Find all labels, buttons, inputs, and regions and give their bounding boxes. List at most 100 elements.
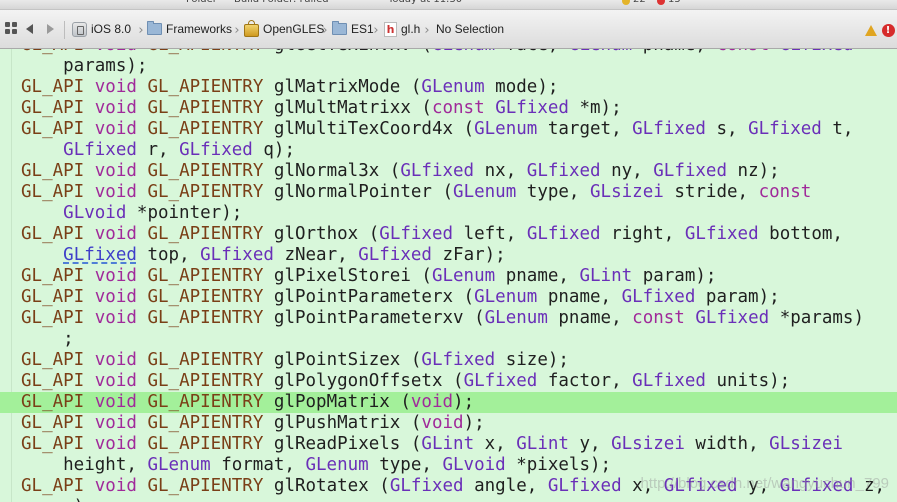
code-token: GLenum [474, 119, 538, 139]
code-token: void [94, 308, 137, 328]
code-token: GL_API [21, 392, 85, 412]
code-area[interactable]: GL_API void GL_APIENTRY glGetTexEnvxv (G… [0, 49, 897, 502]
chevron-right-icon: › [138, 22, 144, 38]
code-token: glPixelStorei ( [263, 266, 432, 286]
code-token: GL_APIENTRY [147, 371, 264, 391]
code-line[interactable]: GL_API void GL_APIENTRY glPixelStorei (G… [0, 266, 897, 287]
code-line[interactable]: GL_API void GL_APIENTRY glPointParameter… [0, 308, 897, 329]
code-line[interactable]: GL_API void GL_APIENTRY glOrthox (GLfixe… [0, 224, 897, 245]
code-token: GLsizei [590, 182, 664, 202]
code-token: ny, [600, 161, 654, 181]
code-token: void [410, 392, 454, 412]
code-line-current[interactable]: GL_API void GL_APIENTRY glPopMatrix (voi… [0, 392, 897, 413]
code-token: GLint [421, 434, 475, 454]
code-line[interactable]: ; [0, 329, 897, 350]
error-icon[interactable] [657, 0, 665, 5]
code-token: GLenum [484, 308, 548, 328]
code-line[interactable]: params); [0, 56, 897, 77]
code-token: GLint [579, 266, 633, 286]
code-line[interactable]: GL_API void GL_APIENTRY glMultiTexCoord4… [0, 119, 897, 140]
source-editor[interactable]: GL_API void GL_APIENTRY glGetTexEnvxv (G… [0, 49, 897, 502]
code-line[interactable]: z); [0, 497, 897, 502]
code-line[interactable]: GL_API void GL_APIENTRY glPointParameter… [0, 287, 897, 308]
breadcrumb-es1[interactable]: ES1 [332, 20, 374, 38]
code-token: nz); [727, 161, 780, 181]
code-token: void [421, 413, 464, 433]
code-token: glPointSizex ( [263, 350, 422, 370]
build-time-label: Today at 11:30 [388, 0, 462, 8]
code-line[interactable]: GL_API void GL_APIENTRY glPushMatrix (vo… [0, 413, 897, 434]
code-line[interactable]: GL_API void GL_APIENTRY glReadPixels (GL… [0, 434, 897, 455]
code-token: void [94, 350, 137, 370]
breadcrumb-sdk[interactable]: iOS 8.0 [72, 20, 131, 38]
code-token: GL_APIENTRY [147, 476, 264, 496]
code-token: const [632, 308, 685, 328]
code-token: r, [136, 140, 180, 160]
code-line[interactable]: GLfixed top, GLfixed zNear, GLfixed zFar… [0, 245, 897, 266]
code-token: GL_API [21, 98, 85, 118]
code-token: GL_API [21, 308, 85, 328]
code-token: GLsizei [769, 434, 843, 454]
code-token: right, [600, 224, 685, 244]
code-token: GL_APIENTRY [147, 161, 264, 181]
breadcrumb-file[interactable]: h gl.h [384, 20, 420, 38]
code-token: zNear, [273, 245, 359, 265]
code-line[interactable]: GLvoid *pointer); [0, 203, 897, 224]
code-token: *pixels); [505, 455, 612, 475]
code-token: y, [568, 434, 612, 454]
code-token: GLfixed [358, 245, 432, 265]
chevron-right-icon: › [234, 22, 240, 38]
code-line[interactable]: GL_API void GL_APIENTRY glMultMatrixx (c… [0, 98, 897, 119]
code-token: zFar); [431, 245, 506, 265]
breadcrumb-frameworks[interactable]: Frameworks [147, 20, 232, 38]
warning-count: 22 [633, 0, 646, 8]
chevron-left-icon[interactable] [26, 24, 33, 34]
code-token: GLenum [432, 49, 495, 55]
breadcrumb-label: iOS 8.0 [91, 22, 132, 36]
code-line[interactable]: GL_API void GL_APIENTRY glNormalPointer … [0, 182, 897, 203]
folder-icon [147, 21, 162, 35]
code-token: ); [453, 392, 475, 412]
code-line[interactable]: GL_API void GL_APIENTRY glPolygonOffsetx… [0, 371, 897, 392]
code-token: GL_APIENTRY [147, 308, 264, 328]
code-token: GL_APIENTRY [147, 49, 263, 55]
code-line[interactable]: GL_API void GL_APIENTRY glGetTexEnvxv (G… [0, 49, 897, 56]
code-token: void [94, 266, 137, 286]
code-token: GLenum [474, 287, 538, 307]
code-line[interactable]: height, GLenum format, GLenum type, GLvo… [0, 455, 897, 476]
breadcrumb-symbol[interactable]: No Selection [436, 20, 504, 38]
folder-label: Folder [186, 0, 217, 8]
warning-triangle-icon[interactable] [864, 23, 878, 37]
code-token: void [94, 224, 137, 244]
code-token: top, [136, 245, 201, 265]
code-line[interactable]: GL_API void GL_APIENTRY glPointSizex (GL… [0, 350, 897, 371]
code-token: GLenum [147, 455, 211, 475]
chevron-right-icon[interactable] [47, 24, 54, 34]
code-token: glMultMatrixx ( [263, 98, 432, 118]
code-token: GLenum [305, 455, 369, 475]
header-file-icon: h [384, 21, 397, 37]
activity-status-strip: Folder Build Folder: Failed Today at 11:… [0, 0, 897, 9]
chevron-right-icon: › [322, 22, 328, 38]
warning-icon[interactable] [622, 0, 630, 5]
code-token: t, [821, 119, 854, 139]
code-line[interactable]: GL_API void GL_APIENTRY glNormal3x (GLfi… [0, 161, 897, 182]
code-token: param); [695, 287, 780, 307]
code-line[interactable]: GL_API void GL_APIENTRY glMatrixMode (GL… [0, 77, 897, 98]
code-token: format, [210, 455, 306, 475]
code-line[interactable]: GLfixed r, GLfixed q); [0, 140, 897, 161]
code-token: GLfixed [653, 161, 728, 181]
error-icon[interactable]: ! [881, 23, 895, 37]
related-items-grid-icon[interactable] [5, 22, 17, 34]
breadcrumb-opengles[interactable]: OpenGLES [244, 19, 324, 38]
breadcrumb-label: gl.h [401, 22, 421, 36]
code-token: glPopMatrix ( [263, 392, 411, 412]
